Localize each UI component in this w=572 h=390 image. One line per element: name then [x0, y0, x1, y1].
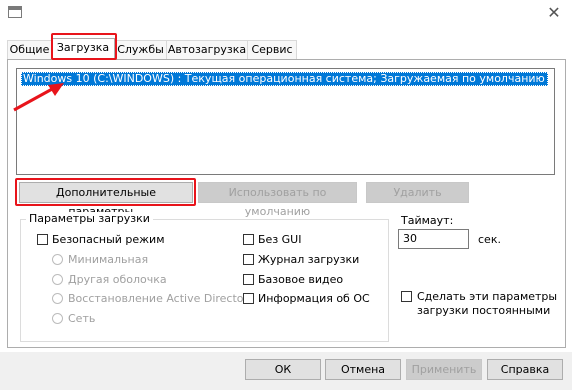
tab-general[interactable]: Общие: [7, 40, 52, 59]
boot-log-label[interactable]: Журнал загрузки: [258, 253, 359, 266]
persistent-label-line1[interactable]: Сделать эти параметры: [417, 290, 557, 303]
delete-button[interactable]: Удалить: [366, 182, 469, 203]
boot-entries-list[interactable]: Windows 10 (C:\WINDOWS) : Текущая операц…: [16, 68, 555, 175]
timeout-unit: сек.: [478, 233, 501, 246]
alt-shell-label: Другая оболочка: [68, 273, 167, 286]
os-info-checkbox[interactable]: [243, 293, 254, 304]
base-video-label[interactable]: Базовое видео: [258, 273, 343, 286]
tab-boot[interactable]: Загрузка: [51, 38, 115, 59]
persistent-checkbox[interactable]: [401, 291, 412, 302]
minimal-radio[interactable]: [52, 254, 63, 265]
tab-tools[interactable]: Сервис: [247, 40, 297, 59]
persistent-label-line2[interactable]: загрузки постоянными: [417, 304, 550, 317]
cancel-button[interactable]: Отмена: [325, 359, 401, 380]
no-gui-label[interactable]: Без GUI: [258, 233, 301, 246]
ad-repair-radio[interactable]: [52, 293, 63, 304]
help-button[interactable]: Справка: [487, 359, 563, 380]
ad-repair-label: Восстановление Active Directory: [68, 292, 255, 305]
apply-button[interactable]: Применить: [406, 359, 482, 380]
tab-startup[interactable]: Автозагрузка: [166, 40, 248, 59]
network-label: Сеть: [68, 312, 96, 325]
boot-log-checkbox[interactable]: [243, 254, 254, 265]
boot-options-title: Параметры загрузки: [26, 212, 153, 225]
tab-services[interactable]: Службы: [114, 40, 167, 59]
advanced-options-button[interactable]: Дополнительные параметры...: [19, 182, 193, 218]
set-default-button[interactable]: Использовать по умолчанию: [198, 182, 357, 218]
alt-shell-radio[interactable]: [52, 274, 63, 285]
safe-boot-label[interactable]: Безопасный режим: [52, 233, 165, 246]
os-info-label[interactable]: Информация об ОС: [258, 292, 370, 305]
network-radio[interactable]: [52, 313, 63, 324]
minimal-label: Минимальная: [68, 253, 149, 266]
annotation-arrow-icon: [13, 83, 64, 112]
close-icon[interactable]: ✕: [540, 2, 568, 24]
base-video-checkbox[interactable]: [243, 274, 254, 285]
app-icon: [8, 6, 22, 18]
boot-entry-selected[interactable]: Windows 10 (C:\WINDOWS) : Текущая операц…: [21, 72, 548, 86]
ok-button[interactable]: ОК: [245, 359, 321, 380]
safe-boot-checkbox[interactable]: [37, 234, 48, 245]
timeout-label: Таймаут:: [401, 214, 454, 227]
timeout-input[interactable]: 30: [398, 229, 469, 249]
no-gui-checkbox[interactable]: [243, 234, 254, 245]
